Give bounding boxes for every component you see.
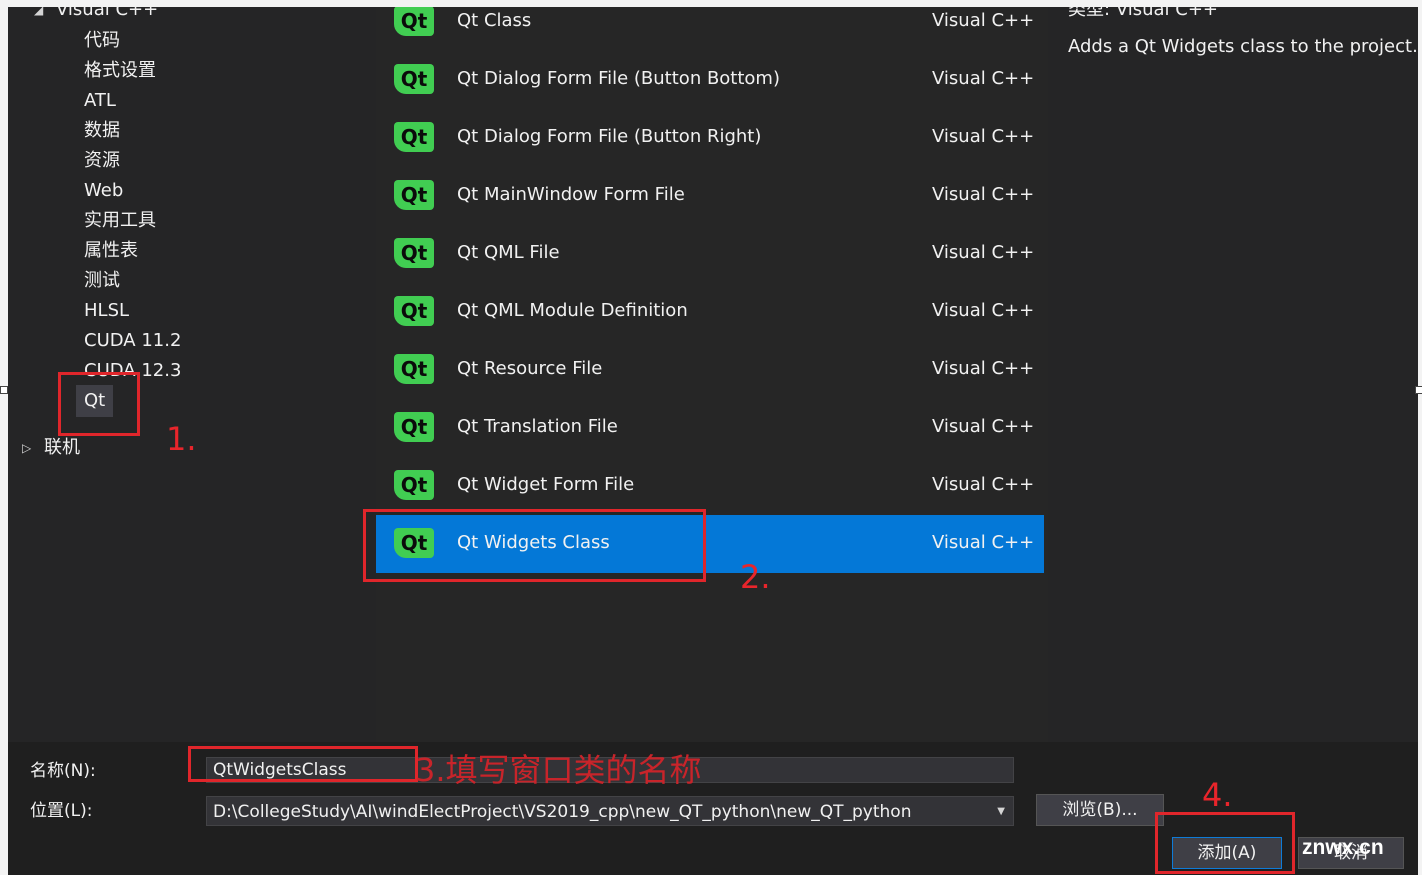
template-language: Visual C++: [932, 300, 1035, 321]
template-row[interactable]: Qt Qt Resource File Visual C++: [376, 341, 1044, 399]
template-row[interactable]: Qt Qt Translation File Visual C++: [376, 399, 1044, 457]
qt-logo-icon: Qt: [394, 296, 434, 326]
template-name: Qt Widgets Class: [457, 532, 610, 553]
browse-button[interactable]: 浏览(B)...: [1036, 794, 1164, 826]
template-row[interactable]: Qt Qt Dialog Form File (Button Right) Vi…: [376, 109, 1044, 167]
template-row-selected[interactable]: Qt Qt Widgets Class Visual C++: [376, 515, 1044, 573]
add-new-item-dialog: ◢ Visual C++ 代码 格式设置 ATL 数据 资源 Web 实用工具 …: [8, 7, 1418, 875]
template-language: Visual C++: [932, 416, 1035, 437]
qt-logo-icon: Qt: [394, 122, 434, 152]
template-language: Visual C++: [932, 474, 1035, 495]
tree-item-qt[interactable]: Qt: [76, 385, 114, 417]
template-language: Visual C++: [932, 184, 1035, 205]
dialog-footer: 名称(N): 位置(L): D:\CollegeStudy\AI\windEle…: [8, 742, 1418, 875]
template-row[interactable]: Qt Qt Widget Form File Visual C++: [376, 457, 1044, 515]
template-description: Adds a Qt Widgets class to the project.: [1068, 36, 1418, 57]
watermark: znwx.cn: [1302, 836, 1384, 859]
template-name: Qt QML File: [457, 242, 560, 263]
template-row[interactable]: Qt Qt Class Visual C++: [376, 7, 1044, 51]
collapsed-arrow-icon[interactable]: ▷: [22, 441, 31, 455]
template-name: Qt Translation File: [457, 416, 618, 437]
qt-logo-icon: Qt: [394, 238, 434, 268]
template-row[interactable]: Qt Qt MainWindow Form File Visual C++: [376, 167, 1044, 225]
template-language: Visual C++: [932, 126, 1035, 147]
tree-item-hlsl[interactable]: HLSL: [84, 299, 129, 323]
resize-handle-right[interactable]: [1415, 386, 1422, 394]
resize-handle-left[interactable]: [0, 386, 8, 394]
name-input[interactable]: [206, 757, 1014, 783]
template-row[interactable]: Qt Qt QML File Visual C++: [376, 225, 1044, 283]
qt-logo-icon: Qt: [394, 470, 434, 500]
template-row[interactable]: Qt Qt Dialog Form File (Button Bottom) V…: [376, 51, 1044, 109]
template-name: Qt Resource File: [457, 358, 603, 379]
location-value: D:\CollegeStudy\AI\windElectProject\VS20…: [213, 802, 912, 822]
location-dropdown[interactable]: D:\CollegeStudy\AI\windElectProject\VS20…: [206, 796, 1014, 826]
qt-logo-icon: Qt: [394, 412, 434, 442]
template-name: Qt MainWindow Form File: [457, 184, 685, 205]
template-language: Visual C++: [932, 532, 1035, 553]
template-list[interactable]: Qt Qt Class Visual C++ Qt Qt Dialog Form…: [376, 7, 1048, 742]
template-name: Qt QML Module Definition: [457, 300, 688, 321]
tree-item-online[interactable]: 联机: [44, 436, 80, 460]
name-label: 名称(N):: [30, 761, 96, 781]
template-info-panel: 类型: Visual C++ Adds a Qt Widgets class t…: [1048, 7, 1418, 742]
tree-item-cuda-11-2[interactable]: CUDA 11.2: [84, 329, 181, 353]
tree-item-formatting[interactable]: 格式设置: [84, 59, 156, 83]
template-name: Qt Dialog Form File (Button Bottom): [457, 68, 780, 89]
tree-item-data[interactable]: 数据: [84, 119, 120, 143]
qt-logo-icon: Qt: [394, 180, 434, 210]
template-type-label: 类型:: [1068, 7, 1111, 20]
template-language: Visual C++: [932, 358, 1035, 379]
tree-item-visual-cpp[interactable]: Visual C++: [56, 7, 158, 22]
template-type: 类型: Visual C++: [1068, 7, 1218, 21]
template-row[interactable]: Qt Qt QML Module Definition Visual C++: [376, 283, 1044, 341]
template-name: Qt Widget Form File: [457, 474, 635, 495]
tree-item-web[interactable]: Web: [84, 179, 123, 203]
qt-logo-icon: Qt: [394, 528, 434, 558]
location-label: 位置(L):: [30, 801, 93, 821]
qt-logo-icon: Qt: [394, 7, 434, 36]
template-type-value: Visual C++: [1115, 7, 1219, 20]
tree-item-cuda-12-3[interactable]: CUDA 12.3: [84, 359, 181, 383]
template-language: Visual C++: [932, 242, 1035, 263]
template-name: Qt Dialog Form File (Button Right): [457, 126, 762, 147]
template-name: Qt Class: [457, 10, 532, 31]
tree-item-code[interactable]: 代码: [84, 29, 120, 53]
tree-item-test[interactable]: 测试: [84, 269, 120, 293]
tree-item-resources[interactable]: 资源: [84, 149, 120, 173]
qt-logo-icon: Qt: [394, 64, 434, 94]
add-button[interactable]: 添加(A): [1172, 837, 1282, 869]
template-language: Visual C++: [932, 10, 1035, 31]
tree-item-property-sheets[interactable]: 属性表: [84, 239, 138, 263]
qt-logo-icon: Qt: [394, 354, 434, 384]
tree-item-atl[interactable]: ATL: [84, 89, 116, 113]
tree-item-utilities[interactable]: 实用工具: [84, 209, 156, 233]
category-tree[interactable]: ◢ Visual C++ 代码 格式设置 ATL 数据 资源 Web 实用工具 …: [8, 7, 376, 742]
template-language: Visual C++: [932, 68, 1035, 89]
expanded-arrow-icon[interactable]: ◢: [34, 7, 43, 17]
chevron-down-icon[interactable]: ▼: [997, 797, 1005, 825]
